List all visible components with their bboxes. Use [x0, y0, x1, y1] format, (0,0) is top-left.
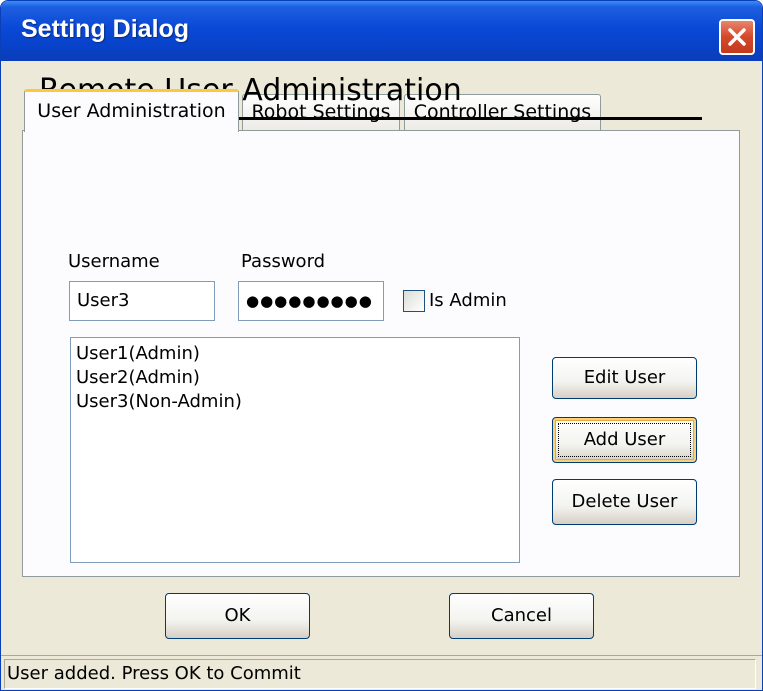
ok-button[interactable]: OK	[165, 593, 310, 639]
add-user-button[interactable]: Add User	[552, 417, 697, 463]
edit-user-label: Edit User	[583, 367, 666, 388]
is-admin-label: Is Admin	[429, 290, 507, 311]
list-item[interactable]: User2(Admin)	[76, 366, 519, 390]
title-bar[interactable]: Setting Dialog	[1, 1, 762, 61]
window-title: Setting Dialog	[21, 15, 190, 43]
close-icon	[728, 28, 746, 46]
status-message: User added. Press OK to Commit	[4, 659, 756, 689]
cancel-button[interactable]: Cancel	[449, 593, 594, 639]
ok-label: OK	[224, 605, 251, 626]
close-button[interactable]	[719, 19, 755, 55]
user-list[interactable]: User1(Admin) User2(Admin) User3(Non-Admi…	[70, 337, 520, 563]
setting-dialog-window: Setting Dialog User Administration Robot…	[0, 0, 763, 691]
is-admin-checkbox[interactable]	[403, 290, 425, 312]
password-label: Password	[241, 251, 326, 272]
username-label: Username	[68, 251, 160, 272]
edit-user-button[interactable]: Edit User	[552, 357, 697, 399]
cancel-label: Cancel	[491, 605, 552, 626]
password-field[interactable]: ●●●●●●●●●	[238, 281, 384, 321]
delete-user-label: Delete User	[571, 491, 678, 512]
focus-ring	[558, 423, 691, 457]
list-item[interactable]: User3(Non-Admin)	[76, 390, 519, 414]
status-bar: User added. Press OK to Commit	[1, 655, 762, 690]
list-item[interactable]: User1(Admin)	[76, 342, 519, 366]
delete-user-button[interactable]: Delete User	[552, 479, 697, 525]
tab-user-administration[interactable]: User Administration	[24, 89, 239, 132]
username-field[interactable]: User3	[69, 281, 215, 321]
